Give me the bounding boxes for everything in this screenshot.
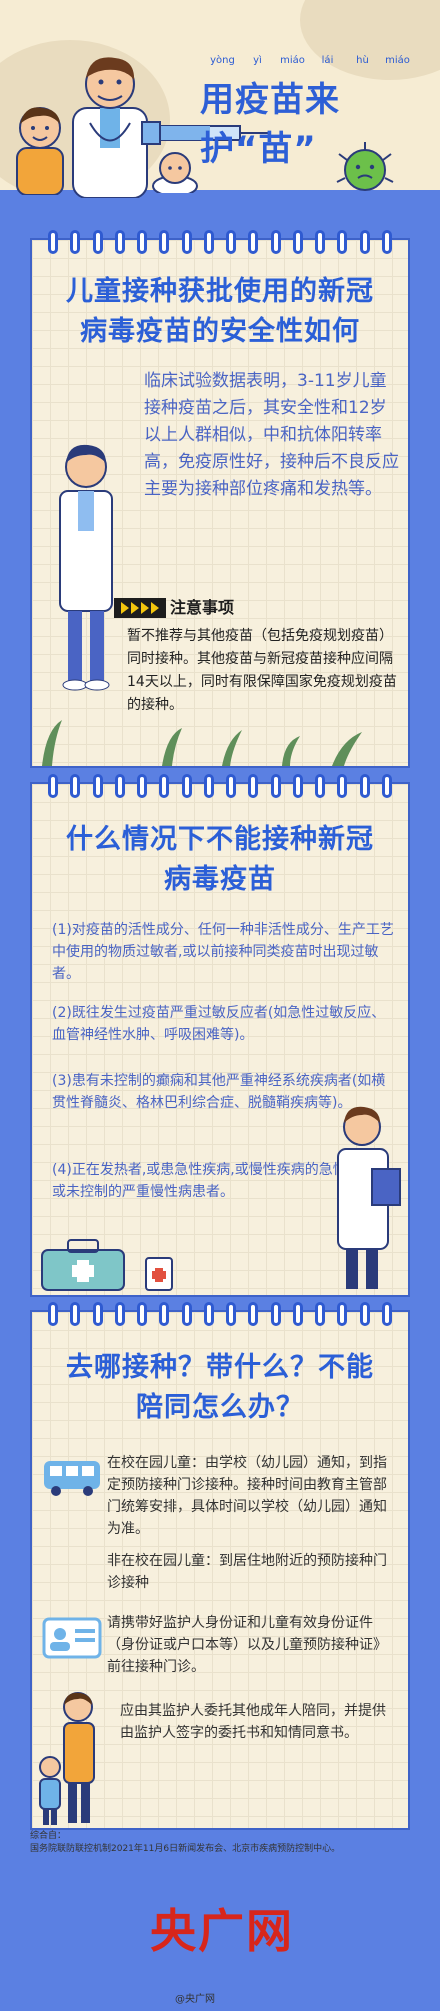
pinyin-char: yòng <box>210 55 235 66</box>
id-card-icon <box>42 1617 102 1659</box>
entrust-text: 应由其监护人委托其他成年人陪同，并提供由监护人签字的委托书和知情同意书。 <box>120 1703 386 1741</box>
baby-illustration <box>152 152 198 193</box>
pinyin-char: miáo <box>385 55 410 66</box>
source-label: 综合自： <box>30 1831 67 1841</box>
section1-body: 临床试验数据表明，3-11岁儿童接种疫苗之后，其安全性和12岁以上人群相似，中和… <box>144 371 399 499</box>
poster: yòng yì miáo lái hù miáo 用疫苗来护“苗” 儿童接种获批… <box>0 0 440 2011</box>
binder-rings <box>48 774 392 798</box>
section3-heading: 去哪接种？带什么？不能 陪同怎么办？ <box>42 1348 398 1428</box>
section-vaccine-safety: 儿童接种获批使用的新冠 病毒疫苗的安全性如何 临床试验数据表明，3-11岁儿童接… <box>30 230 410 768</box>
header-blob <box>300 0 440 80</box>
in-school-text: 在校在园儿童：由学校（幼儿园）通知，到指定预防接种门诊接种。接种时间由教育主管部… <box>107 1455 387 1537</box>
source-note: 综合自： 国务院联防联控机制2021年11月6日新闻发布会、北京市疾病预防控制中… <box>30 1830 410 1856</box>
watermark: @央广网 <box>175 1994 215 2005</box>
notice-title: 注意事项 <box>170 598 235 617</box>
pinyin-char: miáo <box>280 55 305 66</box>
section1-heading-line2: 病毒疫苗的安全性如何 <box>80 316 360 347</box>
bus-icon <box>44 1461 100 1496</box>
binder-rings <box>48 1302 392 1326</box>
pinyin-char: lái <box>321 55 334 66</box>
clipboard-icon <box>145 1257 173 1291</box>
doctor-figure <box>59 444 113 691</box>
contraindication-item: (1)对疫苗的活性成分、任何一种非活性成分、生产工艺中使用的物质过敏者,或以前接… <box>52 922 394 982</box>
title-pinyin: yòng yì miáo lái hù miáo <box>205 55 415 66</box>
section-contraindications: 什么情况下不能接种新冠 病毒疫苗 (1)对疫苗的活性成分、任何一种非活性成分、生… <box>30 774 410 1297</box>
documents-text: 请携带好监护人身份证和儿童有效身份证件（身份证或户口本等）以及儿童预防接种证》前… <box>107 1615 387 1675</box>
contraindication-item: (2)既往发生过疫苗严重过敏反应者(如急性过敏反应、血管神经性水肿、呼吸困难等)… <box>52 1005 386 1043</box>
medical-kit-icon <box>41 1239 125 1291</box>
chevrons-icon <box>114 598 166 618</box>
page-title: 用疫苗来护“苗” <box>200 80 340 169</box>
section2-heading-line1: 什么情况下不能接种新冠 <box>66 824 374 855</box>
section3-heading-line2: 陪同怎么办？ <box>136 1392 304 1423</box>
header-banner: yòng yì miáo lái hù miáo 用疫苗来护“苗” <box>0 0 440 225</box>
binder-rings <box>48 230 392 254</box>
brand-logo: 央广网 <box>150 1904 294 1958</box>
parent-child-figure <box>39 1692 95 1825</box>
section2-heading-line2: 病毒疫苗 <box>164 864 276 895</box>
not-in-school-text: 非在校在园儿童：到居住地附近的预防接种门诊接种 <box>107 1553 387 1591</box>
child-illustration <box>16 107 64 195</box>
section1-heading-line1: 儿童接种获批使用的新冠 <box>66 276 374 307</box>
nurse-figure <box>337 1106 401 1289</box>
section2-heading: 什么情况下不能接种新冠 病毒疫苗 <box>42 820 398 900</box>
pinyin-char: yì <box>253 55 262 66</box>
section-where-and-what: 去哪接种？带什么？不能 陪同怎么办？ 在校在园儿童：由学校（幼儿园）通知，到指定… <box>30 1302 410 1830</box>
section1-heading: 儿童接种获批使用的新冠 病毒疫苗的安全性如何 <box>42 272 398 352</box>
notice-label: 注意事项 <box>114 595 414 621</box>
pinyin-char: hù <box>356 55 369 66</box>
section3-heading-line1: 去哪接种？带什么？不能 <box>66 1352 374 1383</box>
plants-decoration <box>42 720 362 766</box>
source-text: 国务院联防联控机制2021年11月6日新闻发布会、北京市疾病预防控制中心。 <box>30 1844 341 1854</box>
